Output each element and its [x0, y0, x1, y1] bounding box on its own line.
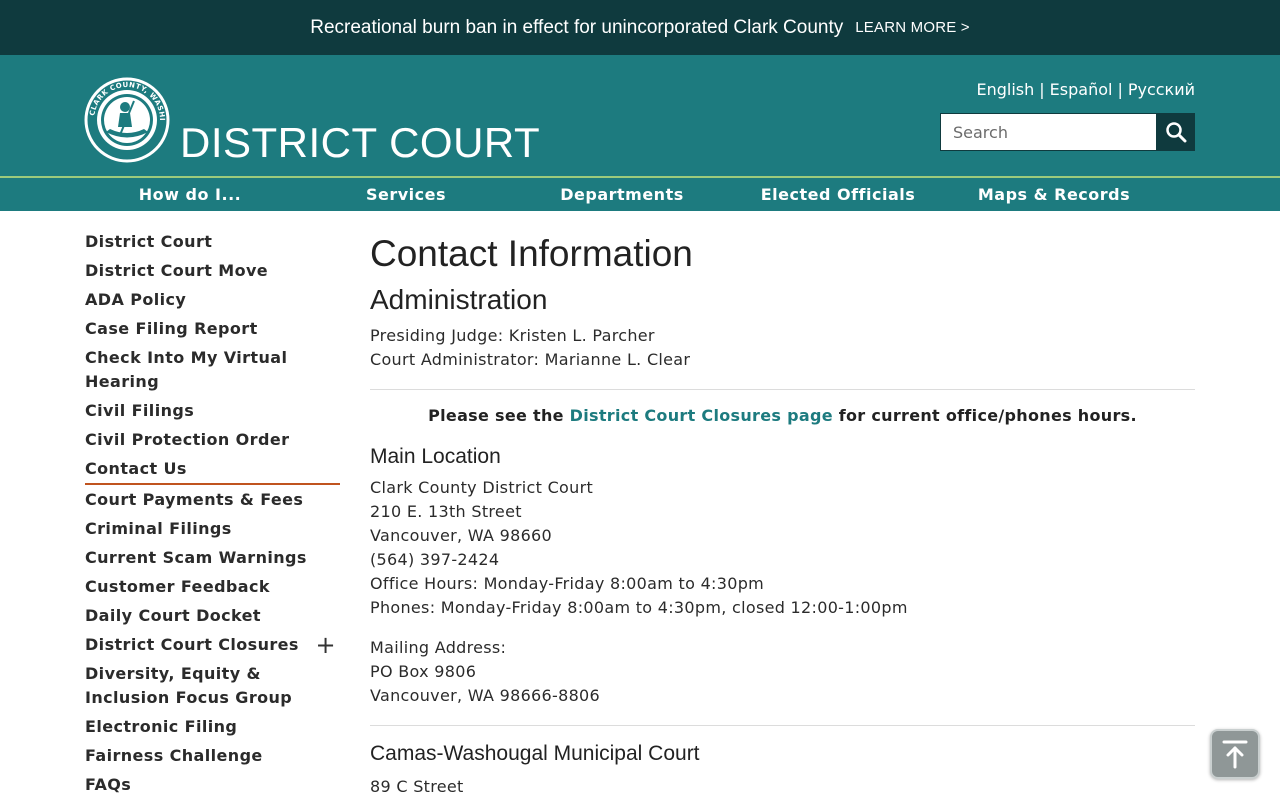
camas-heading: Camas-Washougal Municipal Court — [370, 742, 700, 765]
lang-separator: | — [1039, 80, 1045, 99]
alert-learn-more-link[interactable]: LEARN MORE > — [855, 19, 970, 36]
nav-how-do-i[interactable]: How do I... — [82, 178, 298, 211]
sidebar-item-civil-filings[interactable]: Civil Filings — [85, 399, 340, 423]
lang-russian-link[interactable]: Русский — [1128, 80, 1195, 99]
arrow-up-to-line-icon — [1222, 740, 1248, 769]
lang-separator: | — [1117, 80, 1123, 99]
site-header: CLARK COUNTY, WASHINGTON DISTRICT COURT … — [0, 55, 1280, 176]
scroll-to-top-button[interactable] — [1210, 729, 1260, 779]
search-input[interactable] — [940, 113, 1157, 151]
sidebar-nav: District Court District Court Move ADA P… — [85, 230, 340, 800]
administration-heading: Administration — [370, 284, 548, 315]
expand-plus-icon[interactable]: + — [315, 633, 336, 657]
search-form — [940, 113, 1195, 151]
sidebar-item-customer-feedback[interactable]: Customer Feedback — [85, 575, 340, 599]
sidebar-item-ada-policy[interactable]: ADA Policy — [85, 288, 340, 312]
sidebar-item-court-closures[interactable]: District Court Closures + — [85, 633, 340, 657]
main-location-heading: Main Location — [370, 445, 501, 468]
mailing-line: Vancouver, WA 98666-8806 — [370, 686, 601, 705]
address-line: 210 E. 13th Street — [370, 502, 522, 521]
sidebar-item-fairness-challenge[interactable]: Fairness Challenge — [85, 744, 340, 768]
mailing-line: PO Box 9806 — [370, 662, 477, 681]
address-line: Vancouver, WA 98660 — [370, 526, 553, 545]
sidebar-item-case-filing-report[interactable]: Case Filing Report — [85, 317, 340, 341]
sidebar-item-electronic-filing[interactable]: Electronic Filing — [85, 715, 340, 739]
sidebar-item-scam-warnings[interactable]: Current Scam Warnings — [85, 546, 340, 570]
sidebar-item-district-court[interactable]: District Court — [85, 230, 340, 254]
sidebar-item-label: District Court Closures — [85, 635, 299, 654]
search-button[interactable] — [1157, 113, 1195, 151]
sidebar-item-contact-us[interactable]: Contact Us — [85, 457, 340, 485]
language-selector: English | Español | Русский — [976, 80, 1195, 99]
closures-page-link[interactable]: District Court Closures page — [570, 406, 833, 425]
site-title: DISTRICT COURT — [180, 119, 541, 166]
lang-english-link[interactable]: English — [976, 80, 1034, 99]
nav-departments[interactable]: Departments — [514, 178, 730, 211]
mailing-address: Mailing Address: PO Box 9806 Vancouver, … — [370, 636, 1195, 708]
page-title: Contact Information — [370, 233, 693, 274]
nav-maps-records[interactable]: Maps & Records — [946, 178, 1162, 211]
lang-spanish-link[interactable]: Español — [1050, 80, 1113, 99]
sidebar-item-faqs[interactable]: FAQs — [85, 773, 340, 797]
alert-text: Recreational burn ban in effect for unin… — [310, 16, 844, 38]
main-nav: How do I... Services Departments Elected… — [0, 176, 1280, 211]
notice-text: Please see the — [428, 406, 570, 425]
sidebar-item-court-payments[interactable]: Court Payments & Fees — [85, 488, 340, 512]
main-content: Contact Information Administration Presi… — [370, 230, 1195, 799]
camas-address-line: 89 C Street — [370, 777, 464, 796]
phone-hours: Phones: Monday-Friday 8:00am to 4:30pm, … — [370, 598, 908, 617]
sidebar-item-civil-protection-order[interactable]: Civil Protection Order — [85, 428, 340, 452]
presiding-judge: Presiding Judge: Kristen L. Parcher — [370, 326, 655, 345]
sidebar-item-daily-docket[interactable]: Daily Court Docket — [85, 604, 340, 628]
divider — [370, 389, 1195, 390]
county-seal-icon: CLARK COUNTY, WASHINGTON — [84, 77, 170, 163]
sidebar-item-virtual-hearing[interactable]: Check Into My Virtual Hearing — [85, 346, 340, 394]
nav-services[interactable]: Services — [298, 178, 514, 211]
nav-elected-officials[interactable]: Elected Officials — [730, 178, 946, 211]
court-administrator: Court Administrator: Marianne L. Clear — [370, 350, 691, 369]
sidebar-item-dei-focus-group[interactable]: Diversity, Equity & Inclusion Focus Grou… — [85, 662, 340, 710]
alert-bar: Recreational burn ban in effect for unin… — [0, 0, 1280, 55]
divider — [370, 725, 1195, 726]
phone-number: (564) 397-2424 — [370, 550, 500, 569]
search-icon — [1166, 122, 1187, 143]
sidebar-item-criminal-filings[interactable]: Criminal Filings — [85, 517, 340, 541]
address-line: Clark County District Court — [370, 478, 594, 497]
main-location-address: Clark County District Court 210 E. 13th … — [370, 476, 1195, 620]
office-hours: Office Hours: Monday-Friday 8:00am to 4:… — [370, 574, 765, 593]
notice-text: for current office/phones hours. — [832, 406, 1137, 425]
site-logo[interactable]: CLARK COUNTY, WASHINGTON DISTRICT COURT — [84, 77, 540, 166]
sidebar-item-district-court-move[interactable]: District Court Move — [85, 259, 340, 283]
closures-notice: Please see the District Court Closures p… — [370, 406, 1195, 425]
mailing-label: Mailing Address: — [370, 638, 507, 657]
